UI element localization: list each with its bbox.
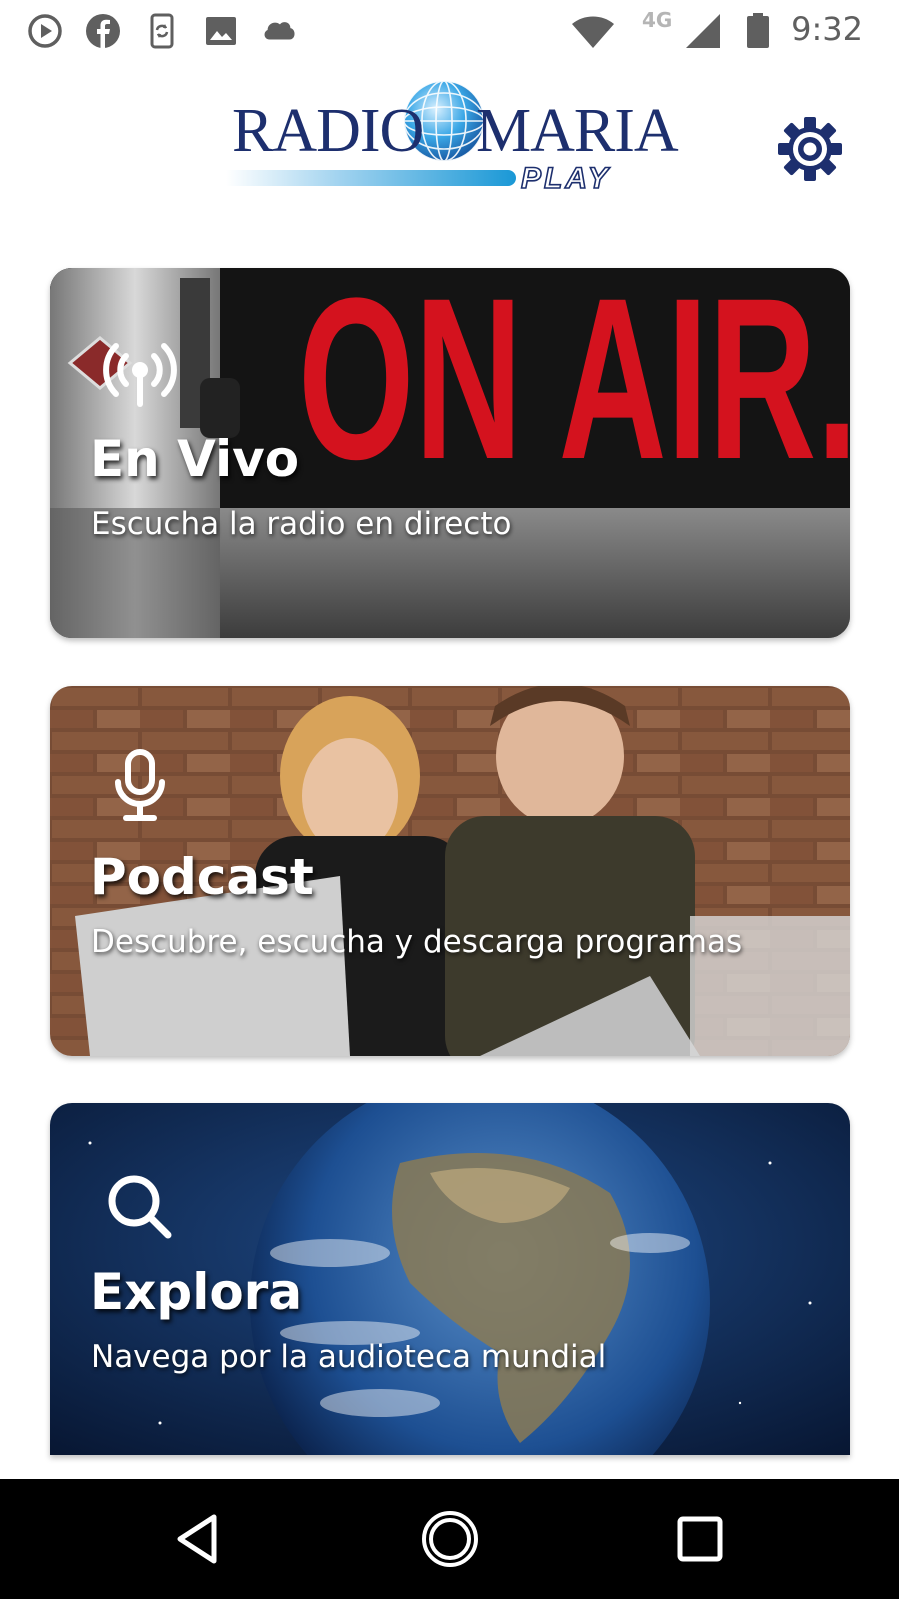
status-bar: 4G 9:32 <box>0 0 899 62</box>
clock: 9:32 <box>791 10 863 48</box>
card-podcast[interactable]: Podcast Descubre, escucha y descarga pro… <box>50 686 850 1056</box>
card-explora[interactable]: Explora Navega por la audioteca mundial <box>50 1103 850 1455</box>
card-en-vivo[interactable]: ON AIR. En Vivo Escucha la radio en dire… <box>50 268 850 638</box>
logo-swoosh <box>226 170 516 186</box>
recents-icon[interactable] <box>670 1509 730 1569</box>
radio-maria-play-logo: RADIO MARIA PLAY <box>226 76 679 202</box>
card-title: Podcast <box>90 848 314 906</box>
cell-signal-icon <box>686 14 720 48</box>
phone-sync-icon <box>150 13 174 49</box>
microphone-icon <box>115 749 165 821</box>
image-icon <box>206 17 236 45</box>
card-title: En Vivo <box>90 430 300 488</box>
logo-word-play: PLAY <box>520 161 611 196</box>
gear-icon[interactable] <box>776 115 844 183</box>
battery-icon <box>747 13 769 48</box>
card-subtitle: Navega por la audioteca mundial <box>91 1339 607 1375</box>
cloud-icon <box>264 22 295 40</box>
play-circle-icon <box>28 14 62 48</box>
logo-word-radio: RADIO <box>232 97 424 165</box>
network-type: 4G <box>642 8 673 32</box>
home-icon[interactable] <box>420 1509 480 1569</box>
app-header: RADIO MARIA PLAY <box>0 62 899 212</box>
back-icon[interactable] <box>170 1509 230 1569</box>
facebook-icon <box>86 14 120 48</box>
broadcast-icon <box>103 343 177 407</box>
wifi-icon <box>572 16 614 48</box>
logo-word-maria: MARIA <box>476 97 679 165</box>
card-subtitle: Descubre, escucha y descarga programas <box>91 924 743 960</box>
card-subtitle: Escucha la radio en directo <box>91 506 512 542</box>
card-title: Explora <box>90 1263 303 1321</box>
on-air-sign-text: ON AIR. <box>298 268 850 507</box>
search-icon <box>108 1175 172 1239</box>
system-nav-bar <box>0 1479 899 1599</box>
